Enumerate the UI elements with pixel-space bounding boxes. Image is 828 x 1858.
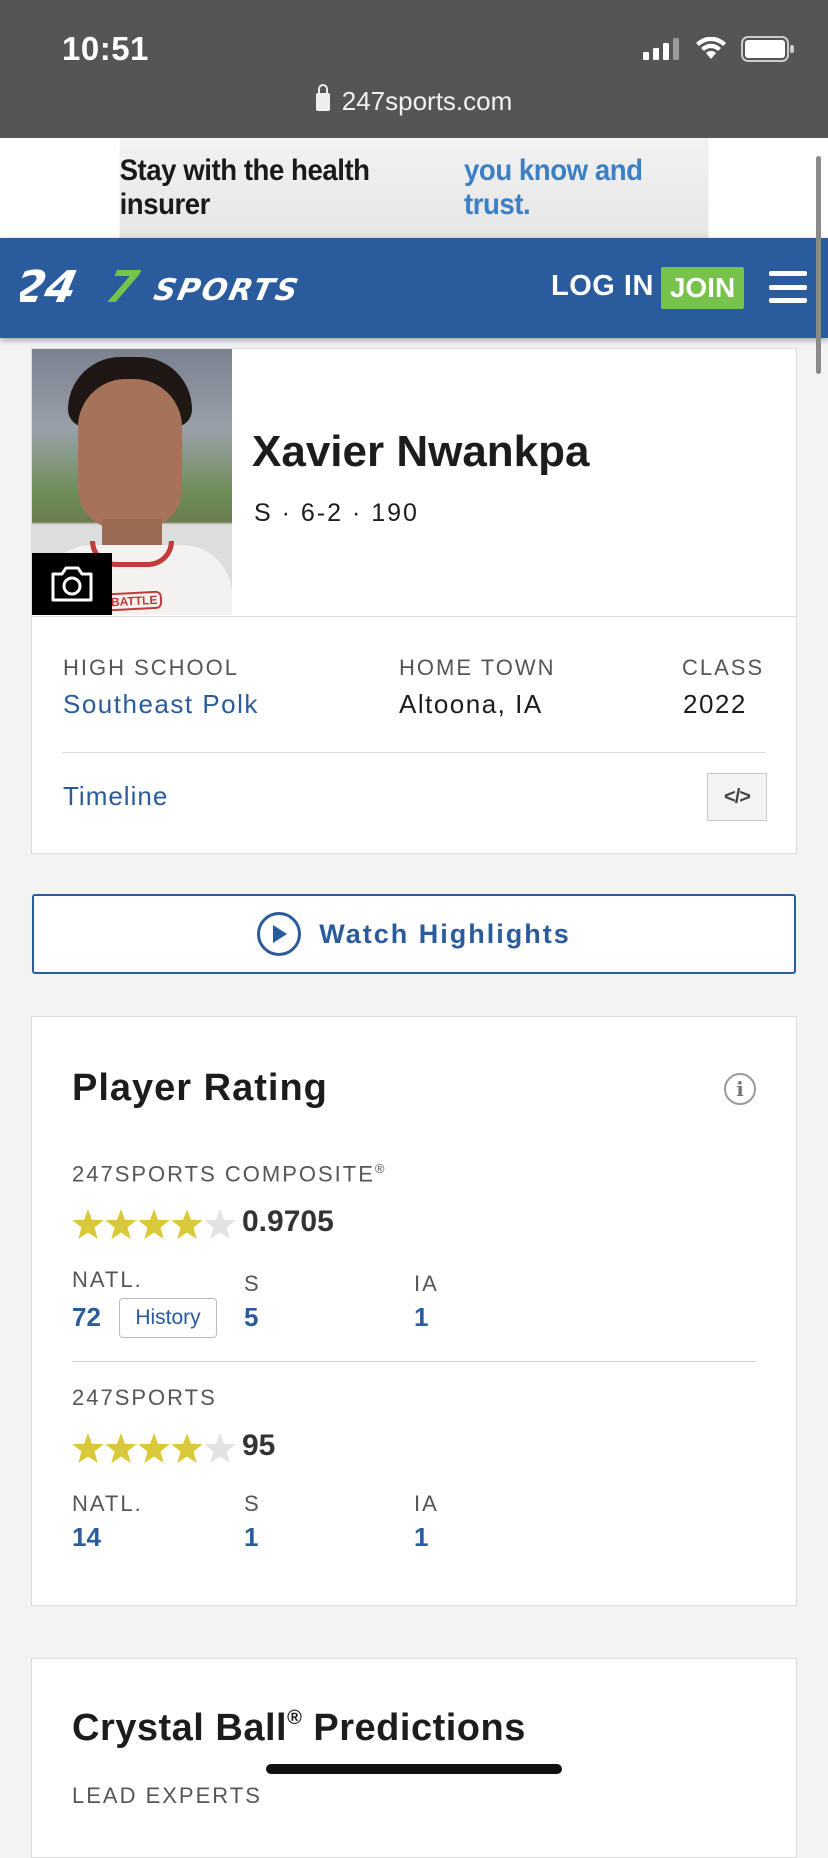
star-empty-icon <box>204 1433 236 1463</box>
battery-icon <box>741 36 794 62</box>
timeline-link[interactable]: Timeline <box>63 781 168 812</box>
top-nav: 24 7 SPORTS LOG IN JOIN <box>0 238 828 338</box>
star-filled-icon <box>105 1209 137 1239</box>
address-bar[interactable]: 247sports.com <box>0 84 828 117</box>
composite-label: 247SPORTS COMPOSITE® <box>72 1161 387 1187</box>
photo-shirt-text: BATTLE <box>105 590 163 612</box>
home-town-value: Altoona, IA <box>399 689 543 719</box>
divider <box>72 1361 756 1362</box>
composite-state-rank[interactable]: 1 <box>414 1302 428 1333</box>
home-town-label: HOME TOWN <box>399 655 556 680</box>
sports247-pos-label: S <box>244 1491 261 1516</box>
star-empty-icon <box>204 1209 236 1239</box>
watch-highlights-button[interactable]: Watch Highlights <box>32 894 796 974</box>
class-value: 2022 <box>683 689 747 719</box>
divider <box>32 616 796 617</box>
menu-icon[interactable] <box>769 271 807 303</box>
history-button[interactable]: History <box>119 1298 217 1338</box>
high-school-label: HIGH SCHOOL <box>63 655 240 680</box>
svg-text:SPORTS: SPORTS <box>151 273 303 308</box>
player-position-size: S · 6-2 · 190 <box>254 499 419 527</box>
composite-pos-label: S <box>244 1271 261 1296</box>
star-filled-icon <box>72 1209 104 1239</box>
star-filled-icon <box>105 1433 137 1463</box>
login-link[interactable]: LOG IN <box>551 270 654 303</box>
sports247-score: 95 <box>242 1429 276 1462</box>
ad-text-blue: you know and trust. <box>464 154 643 221</box>
status-bar: 10:51 247sports.com <box>0 0 828 138</box>
sports247-label: 247SPORTS <box>72 1385 217 1410</box>
sports247-stars <box>72 1433 236 1463</box>
player-name: Xavier Nwankpa <box>252 427 590 476</box>
camera-icon[interactable] <box>32 553 112 615</box>
composite-stars <box>72 1209 236 1239</box>
info-icon[interactable]: i <box>724 1073 756 1105</box>
composite-natl-label: NATL. <box>72 1267 143 1292</box>
class-label: CLASS <box>682 655 765 680</box>
star-filled-icon <box>138 1209 170 1239</box>
lead-experts-label: LEAD EXPERTS <box>72 1783 262 1808</box>
player-rating-title: Player Rating <box>72 1067 328 1109</box>
status-icons <box>643 36 795 62</box>
crystal-ball-card: Crystal Ball® Predictions LEAD EXPERTS <box>31 1658 797 1858</box>
lock-icon <box>315 84 330 111</box>
signal-icon <box>643 38 679 60</box>
player-photo[interactable]: BATTLE <box>32 349 232 615</box>
sports247-natl-rank[interactable]: 14 <box>72 1522 101 1553</box>
composite-score: 0.9705 <box>242 1205 334 1238</box>
player-rating-card: Player Rating i 247SPORTS COMPOSITE® 0.9… <box>31 1016 797 1606</box>
player-profile-card: BATTLE Xavier Nwankpa S · 6-2 · 190 HIGH… <box>31 348 797 854</box>
sports247-state-rank[interactable]: 1 <box>414 1522 428 1553</box>
sports247-state-label: IA <box>414 1491 439 1516</box>
join-button[interactable]: JOIN <box>661 267 744 309</box>
svg-text:24: 24 <box>20 264 82 310</box>
watch-highlights-label: Watch Highlights <box>319 918 571 949</box>
wifi-icon <box>696 37 726 59</box>
sports247-pos-rank[interactable]: 1 <box>244 1522 258 1553</box>
site-logo[interactable]: 24 7 SPORTS <box>10 262 420 315</box>
composite-natl-rank[interactable]: 72 <box>72 1302 101 1333</box>
embed-code-icon[interactable]: </> <box>707 773 767 821</box>
status-time: 10:51 <box>62 30 149 67</box>
star-filled-icon <box>72 1433 104 1463</box>
sports247-natl-label: NATL. <box>72 1491 143 1516</box>
composite-pos-rank[interactable]: 5 <box>244 1302 258 1333</box>
url-text: 247sports.com <box>341 86 513 116</box>
star-filled-icon <box>171 1209 203 1239</box>
logo-247sports: 24 7 SPORTS <box>10 262 303 312</box>
play-icon <box>257 912 302 956</box>
ad-banner[interactable]: Stay with the health insurer you know an… <box>119 138 709 238</box>
svg-text:7: 7 <box>102 264 143 310</box>
divider <box>62 752 766 753</box>
home-indicator[interactable] <box>266 1764 562 1774</box>
star-filled-icon <box>138 1433 170 1463</box>
high-school-link[interactable]: Southeast Polk <box>63 689 259 720</box>
crystal-ball-title: Crystal Ball® Predictions <box>72 1707 526 1749</box>
ad-text-dark: Stay with the health insurer <box>119 154 370 221</box>
star-filled-icon <box>171 1433 203 1463</box>
composite-state-label: IA <box>414 1271 439 1296</box>
page-scrollbar[interactable] <box>816 156 821 374</box>
